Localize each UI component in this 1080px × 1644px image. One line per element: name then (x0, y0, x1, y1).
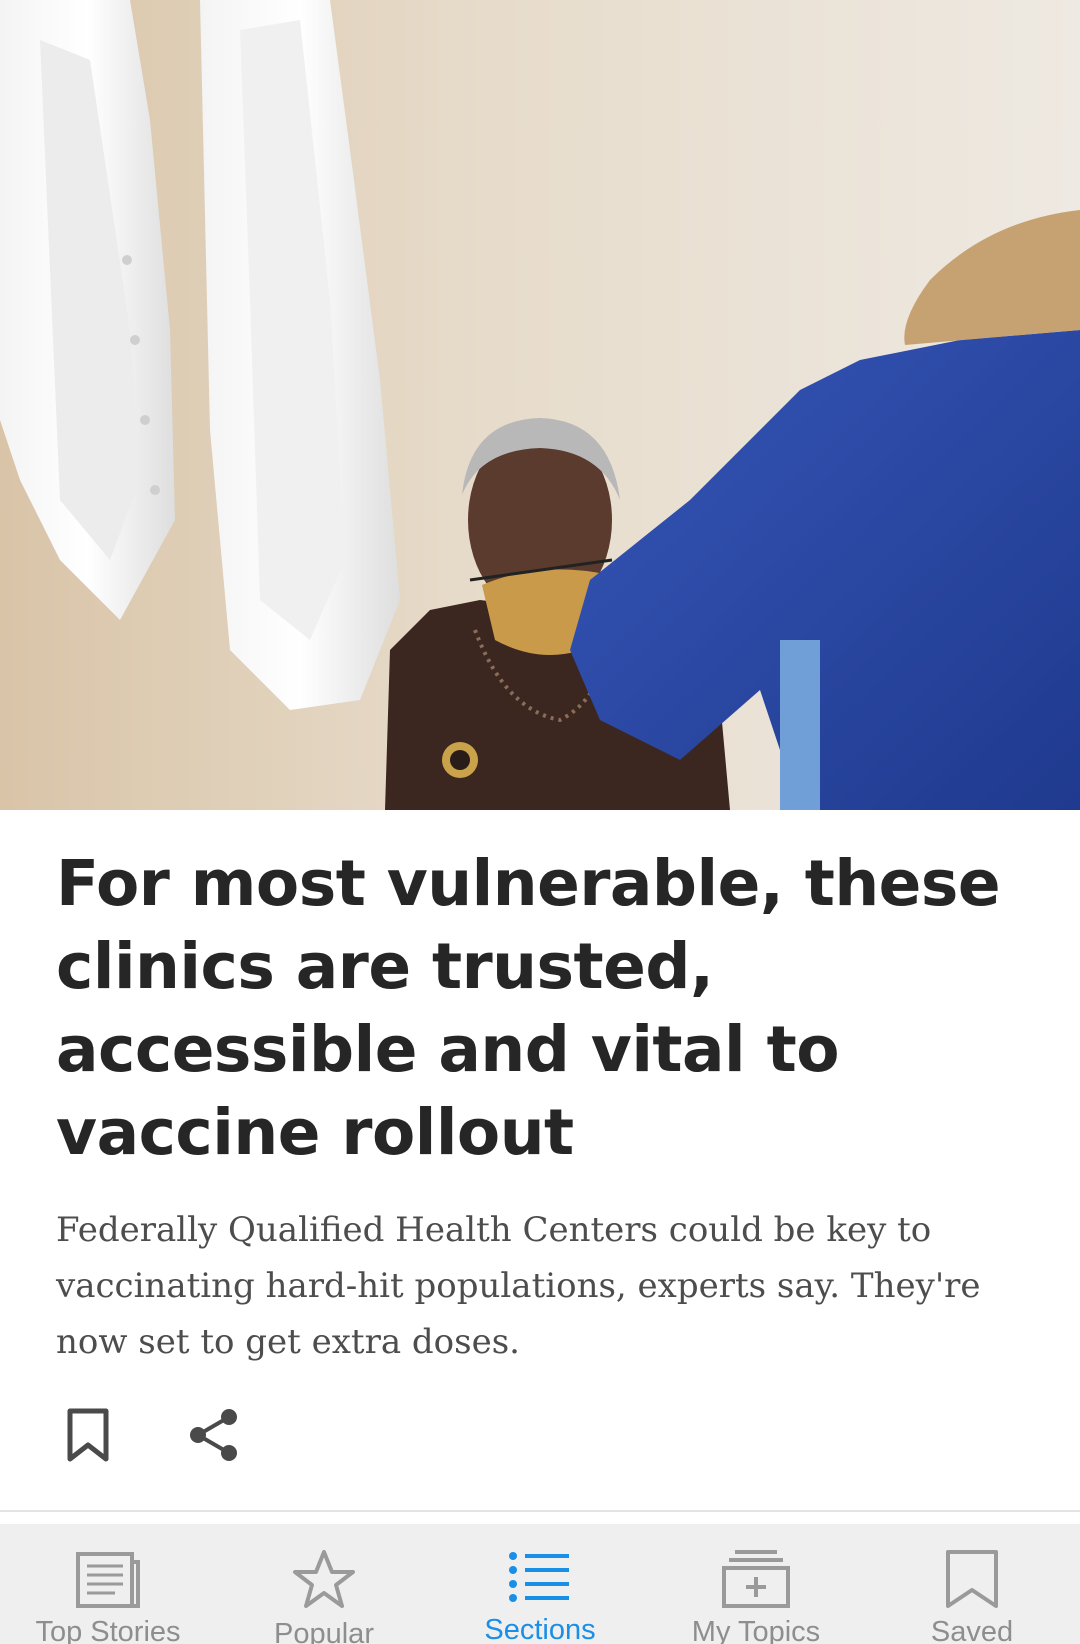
nav-item-my-topics[interactable]: My Topics (648, 1524, 864, 1644)
article-summary: Federally Qualified Health Centers could… (56, 1210, 981, 1362)
hero-image (0, 0, 1080, 810)
nav-item-popular[interactable]: Popular (216, 1524, 432, 1644)
article-actions (56, 1400, 308, 1470)
star-icon (293, 1550, 355, 1608)
nav-label-top-stories: Top Stories (35, 1616, 181, 1644)
share-icon (190, 1409, 237, 1461)
list-icon (509, 1552, 569, 1602)
article-card[interactable]: For most vulnerable, these clinics are t… (0, 810, 1080, 1510)
nav-item-top-stories[interactable]: Top Stories (0, 1524, 216, 1644)
nav-label-saved: Saved (930, 1616, 1014, 1644)
save-article-button[interactable] (56, 1403, 120, 1467)
newspaper-icon (76, 1552, 140, 1608)
nav-divider (0, 1510, 1080, 1512)
add-topics-icon (722, 1550, 790, 1608)
nav-label-my-topics: My Topics (691, 1616, 821, 1644)
nav-label-popular: Popular (274, 1618, 374, 1644)
share-article-button[interactable] (182, 1403, 246, 1467)
article-headline[interactable]: For most vulnerable, these clinics are t… (56, 842, 1026, 1174)
nav-item-saved[interactable]: Saved (864, 1524, 1080, 1644)
hero-photo (0, 0, 1080, 810)
bookmark-icon (67, 1408, 109, 1462)
bottom-navigation: Top Stories Popular Sections My Topics S… (0, 1524, 1080, 1644)
nav-item-sections[interactable]: Sections (432, 1524, 648, 1644)
bookmark-icon (946, 1550, 998, 1608)
nav-label-sections: Sections (484, 1614, 596, 1644)
